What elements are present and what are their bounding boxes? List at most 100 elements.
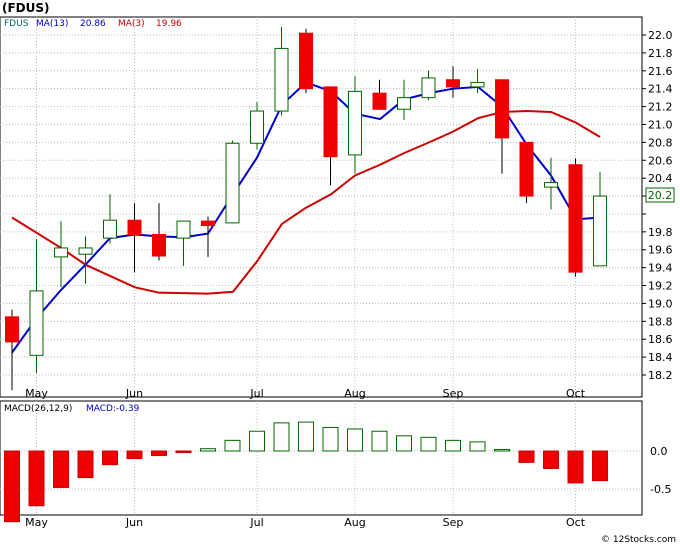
- candle-body: [225, 142, 240, 224]
- price-tick-label: 21.8: [648, 47, 673, 60]
- price-tick-label: 18.4: [648, 351, 673, 364]
- macd-bar: [53, 450, 69, 488]
- macd-bar: [224, 439, 241, 452]
- candle: [299, 28, 313, 94]
- macd-bar: [175, 450, 192, 454]
- macd-y-axis: 0.0 -0.5: [650, 445, 671, 496]
- price-tick-label: 19.2: [648, 280, 673, 293]
- candle-body: [421, 77, 436, 99]
- price-tick-label: 20.6: [648, 154, 673, 167]
- price-tick-label: 21.6: [648, 65, 673, 78]
- macd-bar: [249, 430, 265, 452]
- macd-bar: [273, 422, 290, 452]
- x-tick-label: Sep: [443, 387, 464, 400]
- candle-body: [274, 47, 289, 112]
- last-price-tag: 20.2: [645, 187, 675, 203]
- legend-item: FDUS: [4, 19, 29, 29]
- macd-bar: [347, 428, 363, 452]
- macd-bar: [371, 430, 388, 452]
- price-y-axis: 18.2 18.4 18.6 18.8 19.0 19.2 19.4 19.6 19.8 20.4…: [642, 29, 673, 382]
- macd-panel: 0.0 -0.5 MACD(26,12,9) MACD:-0.39: [0, 400, 671, 523]
- legend-item: 20.86: [80, 19, 106, 29]
- price-tick-label: 18.8: [648, 315, 673, 328]
- candle-body: [201, 220, 215, 227]
- price-tick-label: 21.2: [648, 101, 673, 114]
- candle-body: [176, 220, 191, 239]
- candle-body: [348, 90, 362, 156]
- price-panel-background: [0, 16, 643, 398]
- macd-bar: [494, 448, 510, 452]
- price-tick-label: 20.8: [648, 136, 673, 149]
- macd-legend: MACD(26,12,9) MACD:-0.39: [4, 404, 140, 414]
- candle-body: [397, 97, 411, 110]
- stock-chart: 18.2 18.4 18.6 18.8 19.0 19.2 19.4 19.6 19.8 20.4…: [0, 1, 676, 545]
- candle-body: [78, 247, 93, 255]
- macd-bar: [102, 450, 118, 466]
- candle-body: [29, 290, 44, 356]
- price-tick-label: 18.6: [648, 333, 673, 346]
- macd-bar: [420, 436, 437, 452]
- price-tick-label: 20.4: [648, 172, 673, 185]
- candle-body: [568, 164, 583, 273]
- legend-item: MA(13): [36, 19, 68, 29]
- candle-body: [593, 195, 607, 267]
- macd-bar: [28, 450, 45, 507]
- macd-bar: [322, 426, 339, 452]
- candle-body: [299, 32, 313, 90]
- x-tick-label-macd: May: [25, 516, 48, 529]
- x-tick-label: Jun: [125, 387, 143, 400]
- price-tick-label: 19.4: [648, 262, 673, 275]
- candle: [568, 158, 583, 277]
- candle-body: [250, 110, 264, 144]
- macd-tick-label: 0.0: [650, 445, 668, 458]
- candle-body: [152, 234, 166, 257]
- legend-item: 19.96: [156, 19, 182, 29]
- price-tick-label: 19.6: [648, 244, 673, 257]
- candle-body: [470, 81, 485, 88]
- price-tick-label: 21.4: [648, 83, 673, 96]
- macd-bar: [469, 441, 486, 452]
- x-tick-label: May: [25, 387, 48, 400]
- x-tick-label-macd: Aug: [344, 516, 365, 529]
- legend-item: MA(3): [118, 19, 145, 29]
- x-tick-label: Aug: [344, 387, 365, 400]
- candle-body: [323, 86, 338, 158]
- macd-legend-label: MACD(26,12,9): [4, 404, 72, 414]
- last-price-label: 20.2: [648, 189, 673, 202]
- x-tick-label-macd: Oct: [566, 516, 586, 529]
- candle-body: [372, 92, 387, 110]
- price-tick-label: 22.0: [648, 29, 673, 42]
- macd-bar: [126, 450, 143, 460]
- macd-bar: [77, 450, 94, 479]
- candle-body: [544, 182, 558, 188]
- macd-tick-label: -0.5: [650, 483, 671, 496]
- macd-bar: [298, 421, 314, 452]
- macd-bar: [518, 450, 535, 463]
- price-tick-label: 18.2: [648, 369, 673, 382]
- macd-bar: [543, 450, 559, 469]
- candle-body: [519, 141, 534, 197]
- price-tick-label: 19.8: [648, 226, 673, 239]
- candle: [519, 141, 534, 204]
- candle-body: [495, 79, 509, 139]
- candle-body: [446, 79, 460, 88]
- x-tick-label-macd: Jun: [125, 516, 143, 529]
- price-panel: 18.2 18.4 18.6 18.8 19.0 19.2 19.4 19.6 19.8 20.4…: [0, 1, 675, 398]
- candle: [225, 140, 240, 224]
- candle-body: [103, 219, 117, 239]
- candle-body: [5, 316, 19, 343]
- candle-body: [54, 247, 68, 258]
- price-tick-label: 21.0: [648, 118, 673, 131]
- macd-bar: [200, 448, 216, 452]
- candle-body: [127, 219, 142, 236]
- macd-bar: [567, 450, 584, 484]
- macd-bar: [151, 450, 167, 457]
- footer-credit: © 12Stocks.com: [601, 535, 676, 545]
- x-tick-label-macd: Sep: [443, 516, 464, 529]
- price-tick-label: 19.0: [648, 297, 673, 310]
- chart-title: (FDUS): [2, 1, 50, 15]
- macd-bar: [396, 435, 412, 452]
- macd-bar: [4, 450, 20, 523]
- x-tick-label: Oct: [566, 387, 586, 400]
- x-tick-label: Jul: [249, 387, 263, 400]
